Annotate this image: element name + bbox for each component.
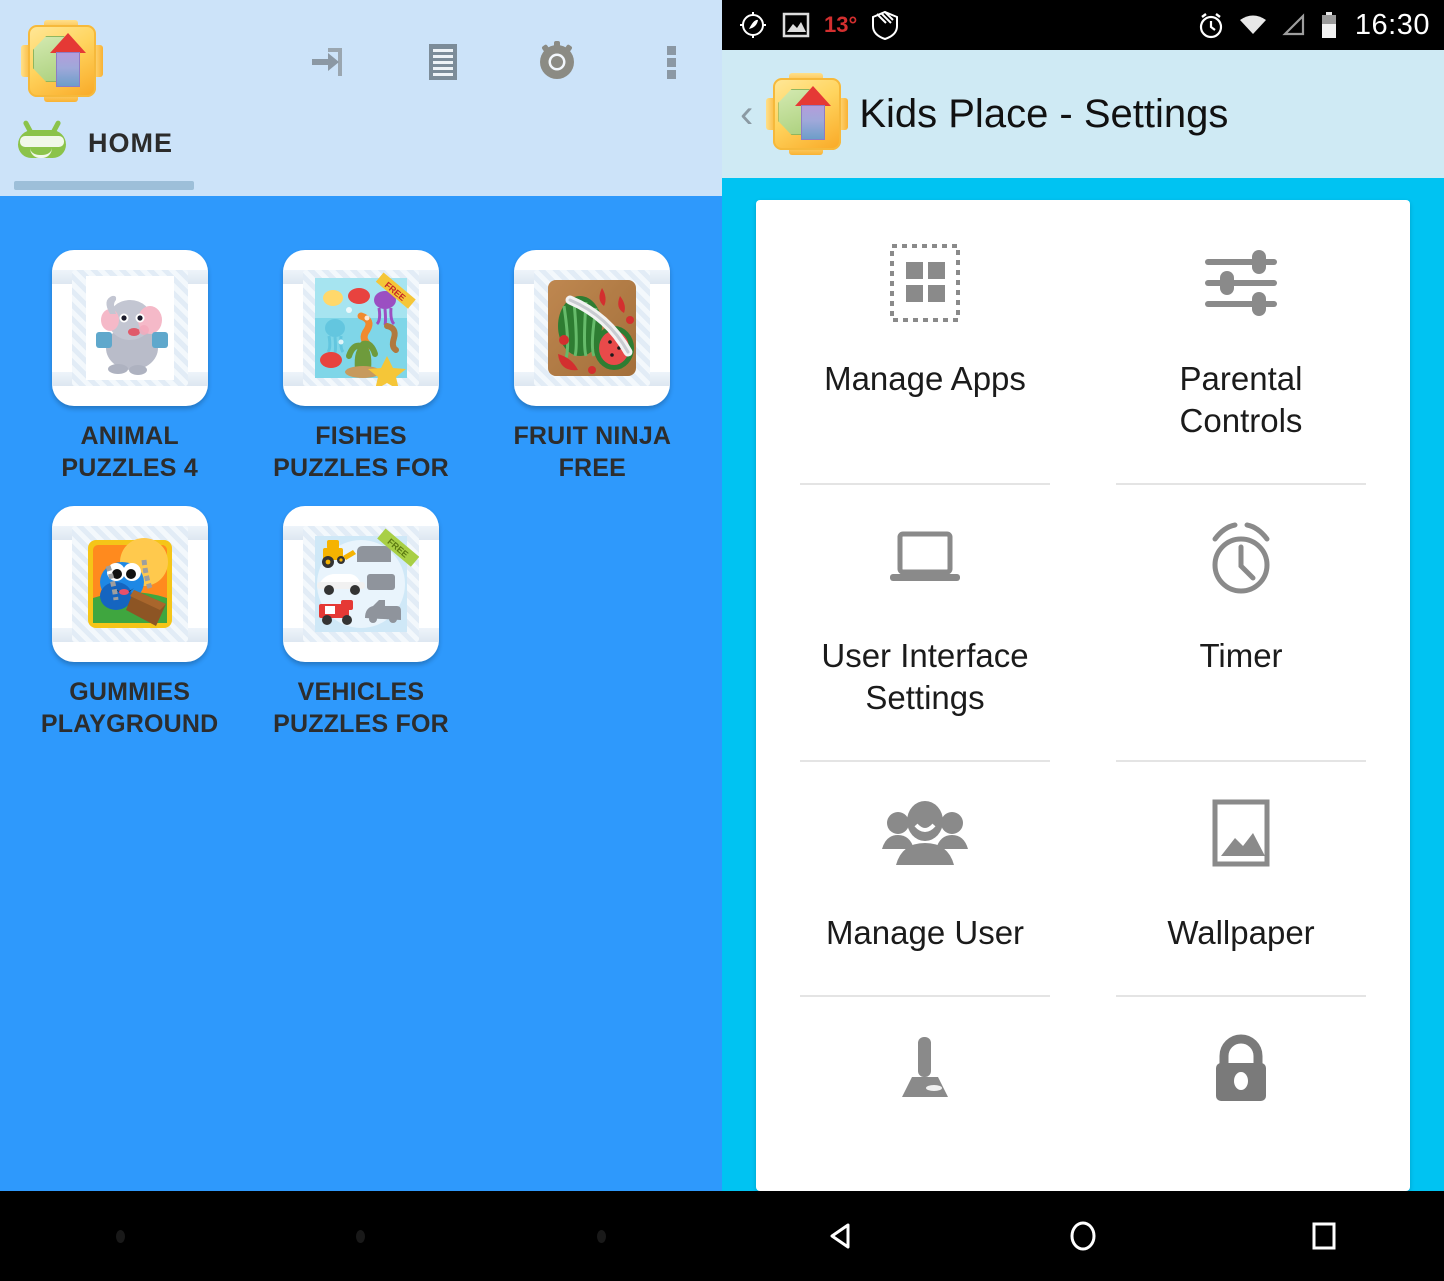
app-item-gummies-playground[interactable]: GUMMIES PLAYGROUND bbox=[14, 506, 245, 740]
dual-screenshot: HOME ANIMAL PUZZLES 4 FREE FISHES PUZZLE… bbox=[0, 0, 1444, 1281]
tab-home[interactable]: HOME bbox=[14, 119, 173, 172]
app-grid-area: ANIMAL PUZZLES 4 FREE FISHES PUZZLES FOR… bbox=[0, 196, 722, 1191]
app-tile: FREE bbox=[282, 250, 439, 406]
setting-item-parental-controls[interactable]: Parental Controls bbox=[1116, 208, 1366, 485]
app-label: ANIMAL PUZZLES 4 bbox=[61, 420, 198, 484]
app-label-line2: PUZZLES FOR bbox=[273, 454, 449, 482]
setting-item-lock[interactable] bbox=[1116, 997, 1366, 1191]
setting-item-user-interface-settings[interactable]: User Interface Settings bbox=[800, 485, 1050, 762]
app-label-line1: ANIMAL bbox=[80, 422, 179, 450]
app-item-vehicles-puzzles[interactable]: FREE VEHICLES PUZZLES FOR bbox=[245, 506, 476, 740]
app-tile: FREE bbox=[282, 506, 439, 662]
recents-button[interactable] bbox=[1301, 1213, 1347, 1259]
status-left-icons: 13° bbox=[738, 10, 899, 40]
app-grid: ANIMAL PUZZLES 4 FREE FISHES PUZZLES FOR… bbox=[0, 250, 722, 740]
app-toolbar bbox=[0, 0, 722, 122]
app-label-line2: PLAYGROUND bbox=[40, 710, 219, 738]
setting-item-joystick[interactable] bbox=[800, 997, 1050, 1191]
android-navigation-bar-left bbox=[0, 1191, 722, 1281]
toolbar-icon-row bbox=[306, 0, 694, 122]
fishes-puzzle-art: FREE bbox=[302, 270, 419, 386]
app-tile bbox=[51, 250, 208, 406]
alarm-clock-icon bbox=[1198, 485, 1284, 635]
padlock-icon bbox=[1198, 997, 1284, 1147]
wifi-icon bbox=[1238, 12, 1268, 38]
exit-app-icon[interactable] bbox=[306, 38, 352, 84]
app-label-line2: PUZZLES FOR bbox=[273, 710, 449, 738]
status-right-icons: 16:30 bbox=[1197, 9, 1430, 42]
setting-label: Wallpaper bbox=[1167, 913, 1315, 951]
kids-place-home-screen: HOME ANIMAL PUZZLES 4 FREE FISHES PUZZLE… bbox=[0, 0, 722, 1281]
picture-frame-icon bbox=[1203, 762, 1279, 912]
app-label: FISHES PUZZLES FOR bbox=[273, 420, 449, 484]
cell-signal-icon bbox=[1281, 12, 1307, 38]
settings-card: Manage Apps Parental Controls User Inter… bbox=[756, 200, 1410, 1191]
app-label: GUMMIES PLAYGROUND bbox=[41, 676, 219, 740]
setting-label-line1: User Interface bbox=[821, 636, 1029, 674]
fruit-ninja-art bbox=[534, 270, 651, 386]
setting-label: Manage Apps bbox=[824, 360, 1026, 397]
compass-tool-icon bbox=[738, 10, 768, 40]
back-chevron-icon[interactable]: ‹ bbox=[738, 94, 755, 134]
joystick-icon bbox=[882, 997, 968, 1147]
elephant-puzzle-art bbox=[71, 270, 188, 386]
alarm-clock-icon bbox=[1197, 11, 1225, 39]
kids-place-logo bbox=[21, 20, 103, 102]
android-navigation-bar-right bbox=[722, 1191, 1444, 1281]
setting-item-timer[interactable]: Timer bbox=[1116, 485, 1366, 762]
home-button[interactable] bbox=[1060, 1213, 1106, 1259]
setting-label-line2: Settings bbox=[865, 678, 985, 716]
sliders-icon bbox=[1198, 208, 1284, 358]
app-label: VEHICLES PUZZLES FOR bbox=[273, 676, 449, 740]
tab-bar: HOME bbox=[0, 119, 722, 196]
setting-item-manage-apps[interactable]: Manage Apps bbox=[800, 208, 1050, 485]
setting-label: Manage User bbox=[825, 913, 1025, 951]
app-item-animal-puzzles[interactable]: ANIMAL PUZZLES 4 bbox=[14, 250, 245, 484]
android-robot-icon bbox=[14, 119, 70, 164]
app-item-fishes-puzzles[interactable]: FREE FISHES PUZZLES FOR bbox=[245, 250, 476, 484]
vehicles-puzzle-art: FREE bbox=[302, 526, 419, 642]
apps-grid-icon bbox=[882, 208, 968, 358]
gummies-playground-art bbox=[71, 526, 188, 642]
setting-label: Timer bbox=[1199, 636, 1283, 674]
app-label-line1: VEHICLES bbox=[297, 678, 425, 706]
setting-label: User Interface Settings bbox=[821, 635, 1028, 718]
settings-title-bar: ‹ Kids Place - Settings bbox=[722, 50, 1444, 178]
app-tile bbox=[51, 506, 208, 662]
setting-item-wallpaper[interactable]: Wallpaper bbox=[1116, 762, 1366, 998]
home-button[interactable] bbox=[356, 1229, 366, 1243]
setting-label: Parental Controls bbox=[1179, 360, 1303, 439]
app-label-line1: FRUIT NINJA bbox=[513, 422, 672, 450]
app-item-fruit-ninja[interactable]: FRUIT NINJA FREE bbox=[477, 250, 708, 484]
setting-item-manage-user[interactable]: Manage User bbox=[800, 762, 1050, 998]
settings-body: Manage Apps Parental Controls User Inter… bbox=[722, 178, 1444, 1191]
back-button[interactable] bbox=[115, 1229, 125, 1243]
app-label-line2: FREE bbox=[558, 454, 627, 482]
app-tile bbox=[514, 250, 671, 406]
app-label: FRUIT NINJA FREE bbox=[513, 420, 671, 484]
home-header: HOME bbox=[0, 0, 722, 196]
shield-icon bbox=[871, 10, 899, 40]
kids-place-settings-screen: 13° 16:30 ‹ Kids Place - Settings Manage… bbox=[722, 0, 1444, 1281]
app-label-line1: GUMMIES bbox=[69, 678, 191, 706]
kids-place-logo bbox=[766, 73, 849, 155]
tab-active-indicator bbox=[14, 181, 194, 190]
status-bar: 13° 16:30 bbox=[722, 0, 1444, 50]
tab-home-label: HOME bbox=[88, 127, 173, 158]
laptop-icon bbox=[882, 485, 968, 635]
temperature-indicator: 13° bbox=[824, 12, 858, 37]
clock-time: 16:30 bbox=[1354, 8, 1430, 41]
back-button[interactable] bbox=[819, 1213, 865, 1259]
list-icon[interactable] bbox=[420, 38, 466, 84]
app-label-line2: PUZZLES 4 bbox=[61, 454, 198, 482]
people-group-icon bbox=[880, 762, 970, 912]
overflow-menu-icon[interactable] bbox=[648, 38, 694, 84]
app-label-line1: FISHES bbox=[315, 422, 407, 450]
page-title: Kids Place - Settings bbox=[859, 91, 1229, 136]
image-icon bbox=[782, 12, 810, 38]
recents-button[interactable] bbox=[597, 1229, 607, 1243]
settings-gear-icon[interactable] bbox=[534, 38, 580, 84]
battery-icon bbox=[1320, 11, 1338, 39]
